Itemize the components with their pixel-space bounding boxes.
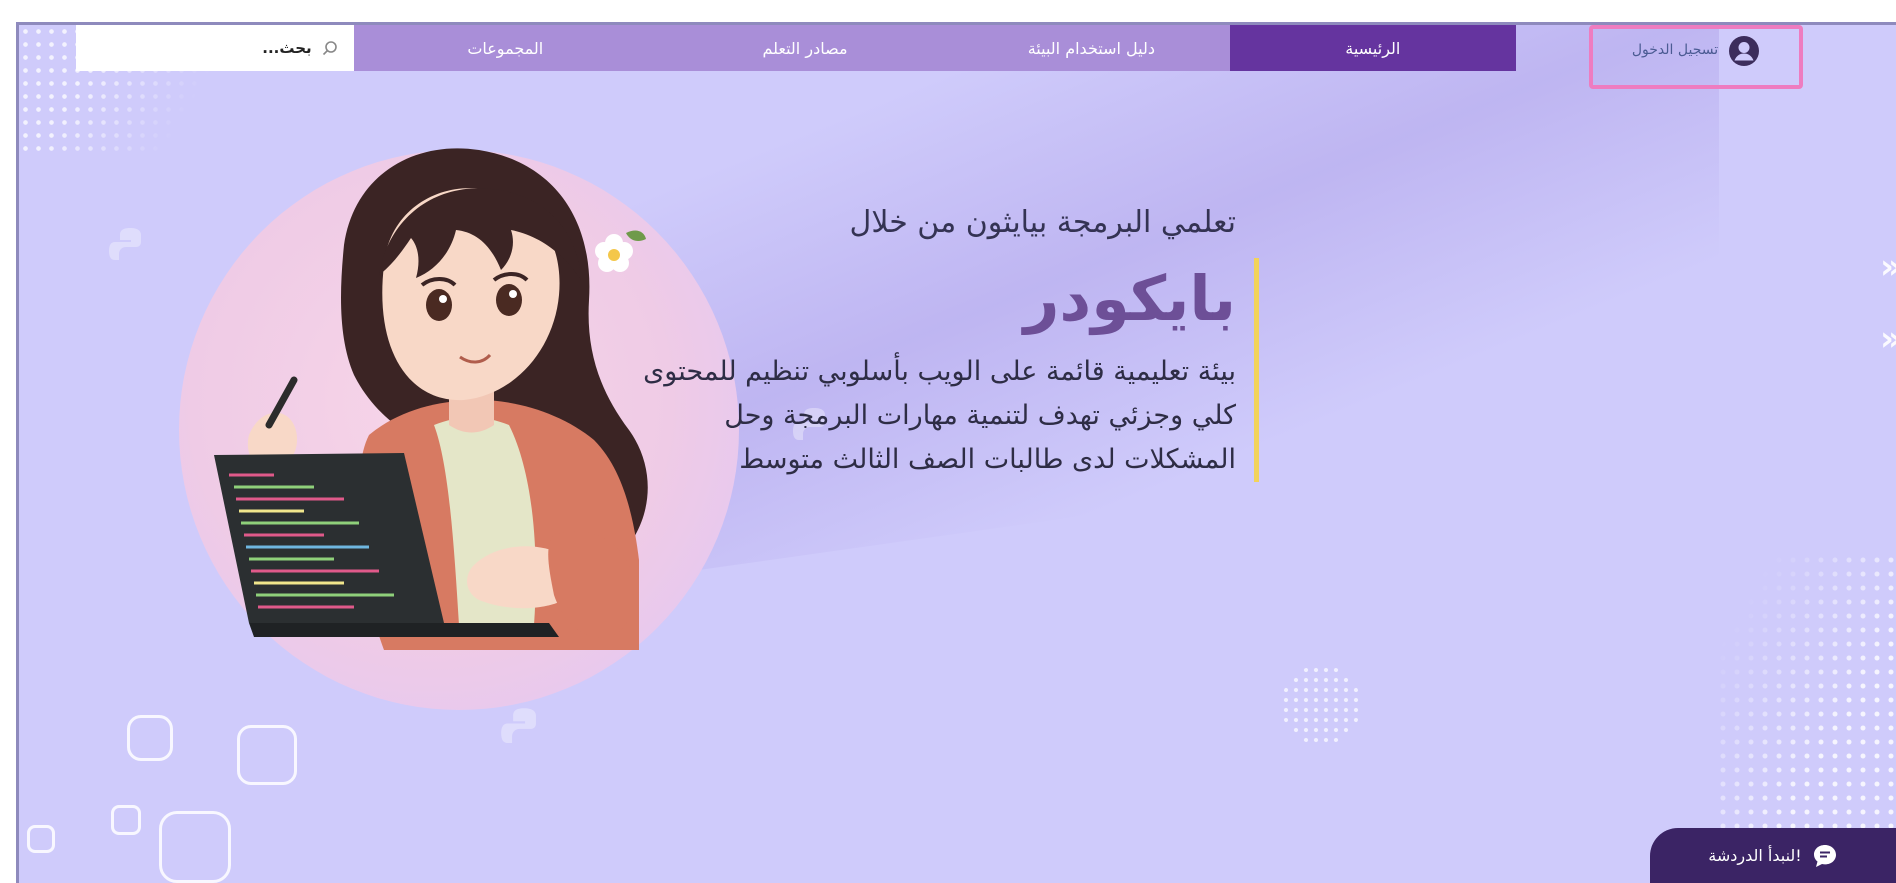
square-decoration [237, 725, 297, 785]
hero-section: تعلمي البرمجة بيايثون من خلال بايكودر بي… [456, 205, 1259, 482]
chat-label: لنبدأ الدردشة! [1708, 846, 1802, 865]
nav-item-environment-guide[interactable]: دليل استخدام البيئة [953, 25, 1230, 71]
chat-bubble-icon [1813, 844, 1836, 867]
square-decoration [111, 805, 141, 835]
square-decoration [127, 715, 173, 761]
dot-cluster-decoration [1281, 665, 1361, 745]
login-button[interactable]: تسجيل الدخول [1589, 25, 1803, 89]
hero-description-line: كلي وجزئي تهدف لتنمية مهارات البرمجة وحل [724, 400, 1236, 431]
square-decoration [159, 811, 231, 883]
chevron-right-icon: » [1880, 247, 1896, 287]
hero-intro: تعلمي البرمجة بيايثون من خلال [849, 205, 1236, 240]
page-frame: » » » » بحث... المجموعات مصادر التعلم دل… [16, 22, 1896, 883]
hero-description-line: المشكلات لدى طالبات الصف الثالث متوسط [739, 444, 1236, 475]
search-placeholder: بحث... [262, 39, 312, 57]
python-logo-icon [109, 228, 141, 260]
chevron-right-icon: » [1880, 319, 1896, 359]
login-label: تسجيل الدخول [1631, 42, 1719, 58]
search-icon [322, 41, 337, 56]
python-logo-icon [501, 708, 536, 744]
nav-item-home[interactable]: الرئيسية [1229, 25, 1516, 71]
nav-item-learning-resources[interactable]: مصادر التعلم [656, 25, 954, 71]
search-input[interactable]: بحث... [76, 25, 354, 71]
start-chat-button[interactable]: لنبدأ الدردشة! [1650, 828, 1896, 883]
hero-description-line: بيئة تعليمية قائمة على الويب بأسلوبي تنظ… [643, 356, 1236, 387]
hero-description: بيئة تعليمية قائمة على الويب بأسلوبي تنظ… [456, 350, 1236, 482]
nav-item-groups[interactable]: المجموعات [353, 25, 657, 71]
user-avatar-icon [1729, 36, 1760, 66]
hero-highlight-block: بايكودر بيئة تعليمية قائمة على الويب بأس… [456, 258, 1259, 482]
top-navigation: بحث... المجموعات مصادر التعلم دليل استخد… [76, 25, 1516, 71]
square-decoration [27, 825, 55, 853]
hero-title: بايكودر [1023, 262, 1236, 335]
